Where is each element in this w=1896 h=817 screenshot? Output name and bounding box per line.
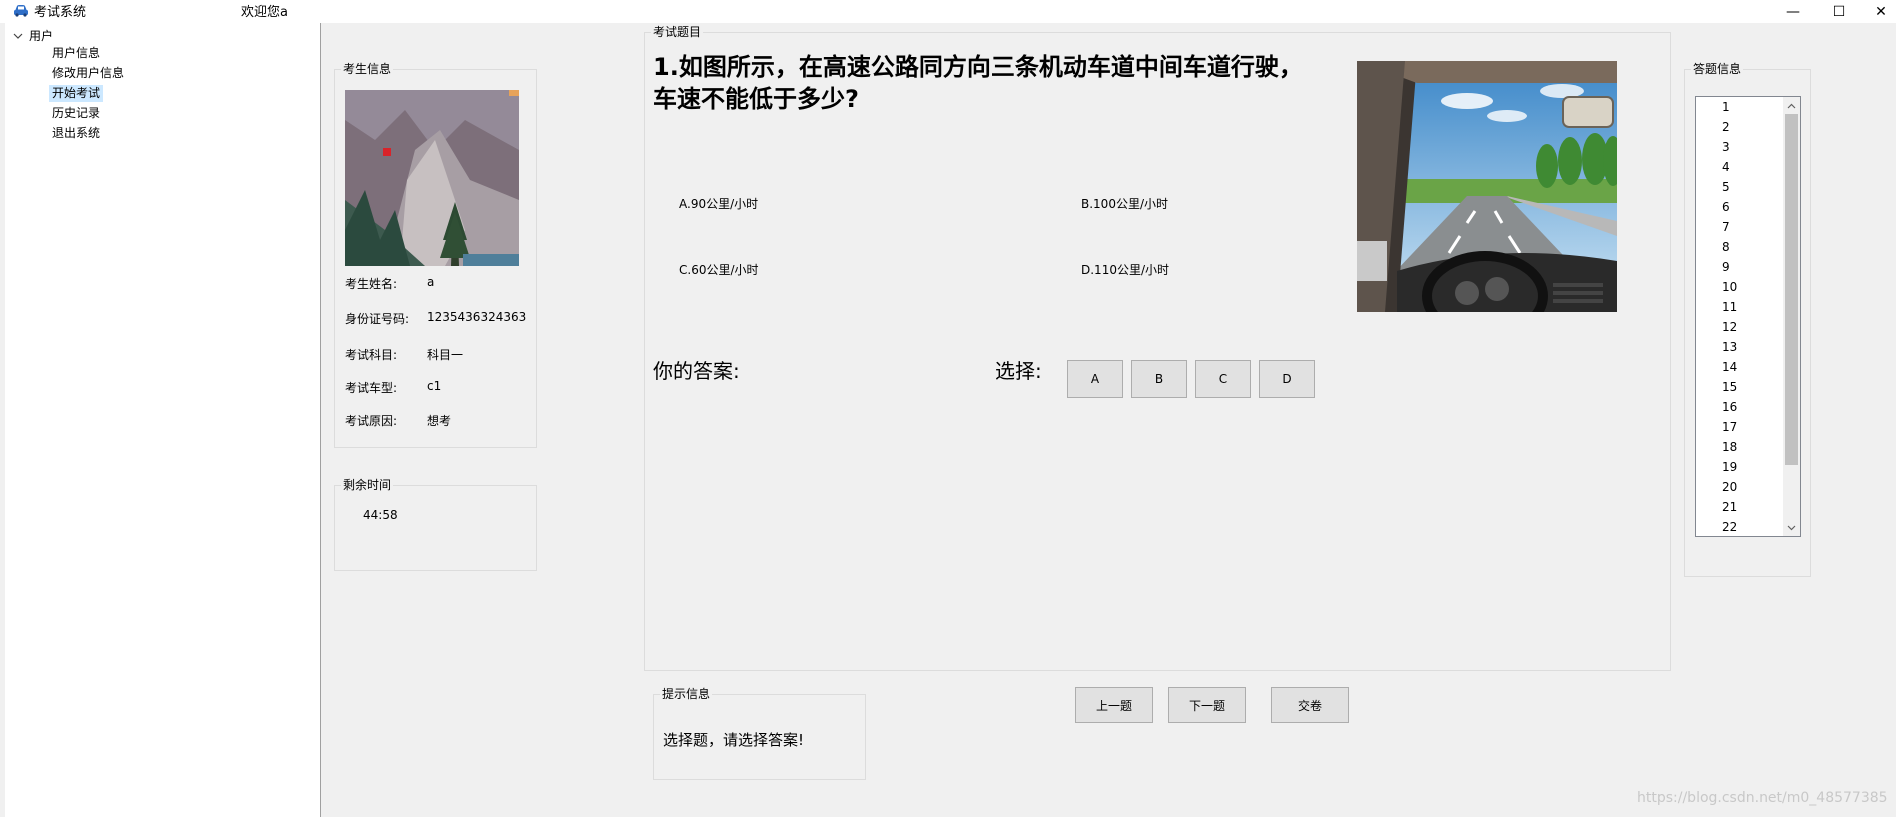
minimize-button[interactable]: —	[1770, 0, 1816, 23]
close-button[interactable]: ✕	[1858, 0, 1896, 23]
list-item[interactable]: 16	[1722, 399, 1737, 415]
student-id-value: 1235436324363	[427, 310, 527, 324]
list-item[interactable]: 5	[1722, 179, 1730, 195]
list-item[interactable]: 14	[1722, 359, 1737, 375]
question-line-2: 车速不能低于多少?	[653, 85, 859, 113]
list-item[interactable]: 20	[1722, 479, 1737, 495]
student-photo	[345, 90, 519, 266]
student-id-label: 身份证号码:	[345, 312, 410, 326]
vehicle-type-value: c1	[427, 379, 442, 393]
question-text: 1.如图所示，在高速公路同方向三条机动车道中间车道行驶， 车速不能低于多少?	[653, 51, 1313, 115]
welcome-text: 欢迎您a	[241, 5, 288, 20]
answer-sheet-title: 答题信息	[1691, 62, 1744, 76]
list-item[interactable]: 1	[1722, 99, 1730, 115]
tree-item-start-exam[interactable]: 开始考试	[49, 85, 104, 102]
hint-text: 选择题，请选择答案!	[663, 731, 805, 749]
watermark-text: https://blog.csdn.net/m0_48577385	[1637, 790, 1888, 806]
exam-reason-label: 考试原因:	[345, 414, 398, 428]
tree-root-label: 用户	[29, 29, 54, 43]
exam-subject-label: 考试科目:	[345, 348, 398, 362]
highway-driving-image	[1357, 61, 1617, 312]
scroll-thumb[interactable]	[1785, 114, 1798, 465]
question-group: 考试题目 1.如图所示，在高速公路同方向三条机动车道中间车道行驶， 车速不能低于…	[644, 25, 1671, 671]
your-answer-label: 你的答案:	[653, 359, 740, 383]
answer-b-button[interactable]: B	[1131, 360, 1187, 398]
list-item[interactable]: 6	[1722, 199, 1730, 215]
list-item[interactable]: 21	[1722, 499, 1737, 515]
question-line-1: 1.如图所示，在高速公路同方向三条机动车道中间车道行驶，	[653, 53, 1303, 81]
app-title: 考试系统	[34, 5, 87, 20]
list-item[interactable]: 11	[1722, 299, 1737, 315]
vehicle-type-label: 考试车型:	[345, 381, 398, 395]
student-info-title: 考生信息	[341, 62, 394, 76]
list-item[interactable]: 15	[1722, 379, 1737, 395]
exam-subject-value: 科目一	[427, 348, 464, 362]
student-info-group: 考生信息 考生姓名: a 身份证号码: 1235436324363 考试科目: …	[334, 62, 537, 448]
nav-tree: 用户 用户信息 修改用户信息 开始考试 历史记录 退出系统	[5, 23, 321, 817]
chevron-down-icon[interactable]	[13, 31, 23, 41]
title-bar: 考试系统 欢迎您a — ☐ ✕	[0, 0, 1896, 23]
remaining-time-group: 剩余时间 44:58	[334, 478, 537, 571]
tree-root-user[interactable]: 用户	[13, 27, 53, 44]
scroll-down-icon[interactable]	[1783, 519, 1800, 536]
hint-group: 提示信息 选择题，请选择答案!	[653, 687, 866, 780]
answer-a-button[interactable]: A	[1067, 360, 1123, 398]
list-item[interactable]: 8	[1722, 239, 1730, 255]
question-group-title: 考试题目	[651, 25, 704, 39]
option-a: A.90公里/小时	[679, 197, 759, 211]
list-item[interactable]: 7	[1722, 219, 1730, 235]
tree-item-edit-user-info[interactable]: 修改用户信息	[49, 65, 127, 82]
prev-question-button[interactable]: 上一题	[1075, 687, 1153, 723]
car-icon	[14, 5, 28, 17]
list-item[interactable]: 2	[1722, 119, 1730, 135]
list-item[interactable]: 12	[1722, 319, 1737, 335]
option-d: D.110公里/小时	[1081, 263, 1170, 277]
answer-sheet-list[interactable]: 1 2 3 4 5 6 7 8 9 10 11 12 13 14 15 16 1…	[1695, 96, 1801, 537]
answer-sheet-group: 答题信息 1 2 3 4 5 6 7 8 9 10 11 12 13 14 15…	[1684, 62, 1811, 577]
tree-item-history[interactable]: 历史记录	[49, 105, 103, 122]
maximize-button[interactable]: ☐	[1816, 0, 1862, 23]
list-item[interactable]: 18	[1722, 439, 1737, 455]
answer-list-scrollbar[interactable]	[1783, 97, 1800, 536]
option-c: C.60公里/小时	[679, 263, 759, 277]
scroll-up-icon[interactable]	[1783, 97, 1800, 114]
tree-item-exit[interactable]: 退出系统	[49, 125, 103, 142]
list-item[interactable]: 13	[1722, 339, 1737, 355]
remaining-time-value: 44:58	[363, 508, 398, 522]
list-item[interactable]: 3	[1722, 139, 1730, 155]
remaining-time-title: 剩余时间	[341, 478, 394, 492]
next-question-button[interactable]: 下一题	[1168, 687, 1246, 723]
student-name-value: a	[427, 275, 435, 289]
select-label: 选择:	[995, 359, 1042, 383]
hint-group-title: 提示信息	[660, 687, 713, 701]
tree-item-user-info[interactable]: 用户信息	[49, 45, 103, 62]
list-item[interactable]: 4	[1722, 159, 1730, 175]
list-item[interactable]: 17	[1722, 419, 1737, 435]
option-b: B.100公里/小时	[1081, 197, 1168, 211]
answer-d-button[interactable]: D	[1259, 360, 1315, 398]
student-name-label: 考生姓名:	[345, 277, 398, 291]
list-item[interactable]: 19	[1722, 459, 1737, 475]
list-item[interactable]: 9	[1722, 259, 1730, 275]
list-item[interactable]: 22	[1722, 519, 1737, 535]
answer-c-button[interactable]: C	[1195, 360, 1251, 398]
mountain-photo-image	[345, 90, 519, 266]
submit-exam-button[interactable]: 交卷	[1271, 687, 1349, 723]
exam-reason-value: 想考	[427, 414, 452, 428]
list-item[interactable]: 10	[1722, 279, 1737, 295]
